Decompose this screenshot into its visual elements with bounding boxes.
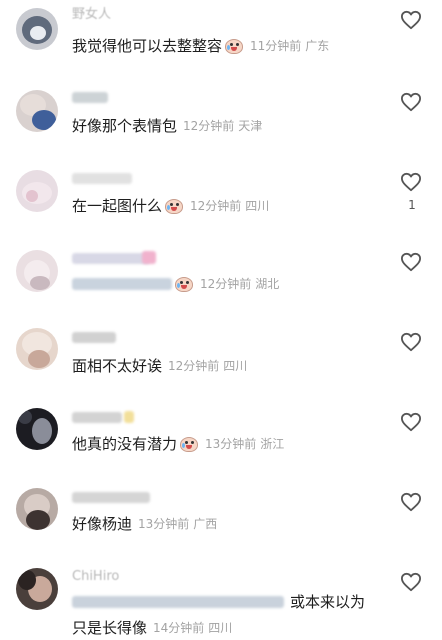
comment-location: 四川 xyxy=(245,199,270,213)
heart-outline-icon[interactable] xyxy=(400,10,422,30)
comment-text: 他真的没有潜力 xyxy=(72,435,178,453)
comment-author[interactable] xyxy=(72,332,116,343)
comment-item[interactable]: ChiHiro 或本来以为 只是长得像 14分钟前 四川 xyxy=(0,560,442,640)
comment-location: 四川 xyxy=(208,621,233,635)
crying-face-emoji-icon xyxy=(174,275,194,293)
comment-location: 湖北 xyxy=(255,277,280,291)
comment-time: 13分钟前 xyxy=(205,437,257,451)
heart-outline-icon[interactable] xyxy=(400,92,422,112)
heart-outline-icon[interactable] xyxy=(400,492,422,512)
comment-item[interactable]: 面相不太好诶 12分钟前 四川 xyxy=(0,320,442,400)
heart-outline-icon[interactable] xyxy=(400,172,422,192)
comment-time: 13分钟前 xyxy=(138,517,190,531)
comment-location: 四川 xyxy=(223,359,248,373)
comment-text: 我觉得他可以去整整容 xyxy=(72,37,223,55)
heart-outline-icon[interactable] xyxy=(400,412,422,432)
avatar[interactable] xyxy=(16,90,58,132)
avatar[interactable] xyxy=(16,568,58,610)
comment-author[interactable]: 野女人 xyxy=(72,8,111,22)
crying-face-emoji-icon xyxy=(164,197,184,215)
avatar[interactable] xyxy=(16,8,58,50)
avatar[interactable] xyxy=(16,250,58,292)
comment-location: 广西 xyxy=(193,517,218,531)
comment-time: 12分钟前 xyxy=(168,359,220,373)
comment-text: 好像杨迪 xyxy=(72,515,133,533)
comment-text: 面相不太好诶 xyxy=(72,357,163,375)
comment-location: 浙江 xyxy=(260,437,285,451)
avatar[interactable] xyxy=(16,488,58,530)
heart-outline-icon[interactable] xyxy=(400,252,422,272)
avatar[interactable] xyxy=(16,170,58,212)
comment-time: 14分钟前 xyxy=(153,621,205,635)
comment-author[interactable] xyxy=(72,173,132,184)
comment-time: 12分钟前 xyxy=(183,119,235,133)
comment-item[interactable]: 在一起图什么 12分钟前 四川 1 xyxy=(0,160,442,240)
comment-location: 天津 xyxy=(238,119,263,133)
comment-item[interactable]: 好像杨迪 13分钟前 广西 xyxy=(0,480,442,560)
blurred-comment-text xyxy=(72,278,172,290)
comment-time: 11分钟前 xyxy=(250,39,302,53)
comment-time: 12分钟前 xyxy=(200,277,252,291)
comment-author[interactable]: ChiHiro xyxy=(72,570,119,584)
comment-item[interactable]: 12分钟前 湖北 xyxy=(0,240,442,320)
comment-text-continued: 只是长得像 xyxy=(72,619,148,637)
like-count: 1 xyxy=(408,198,416,212)
crying-face-emoji-icon xyxy=(179,435,199,453)
comment-location: 广东 xyxy=(305,39,330,53)
avatar[interactable] xyxy=(16,408,58,450)
heart-outline-icon[interactable] xyxy=(400,572,422,592)
comment-author[interactable] xyxy=(72,412,122,423)
comment-item[interactable]: 野女人 我觉得他可以去整整容 11分钟前 广东 xyxy=(0,0,442,80)
avatar[interactable] xyxy=(16,328,58,370)
name-badge xyxy=(142,251,156,264)
comment-text: 在一起图什么 xyxy=(72,197,163,215)
comment-item[interactable]: 好像那个表情包 12分钟前 天津 xyxy=(0,80,442,160)
heart-outline-icon[interactable] xyxy=(400,332,422,352)
comment-text: 好像那个表情包 xyxy=(72,117,178,135)
name-badge xyxy=(124,411,134,423)
blurred-comment-text xyxy=(72,596,284,608)
crying-face-emoji-icon xyxy=(224,37,244,55)
comment-author[interactable] xyxy=(72,92,108,103)
comment-item[interactable]: 他真的没有潜力 13分钟前 浙江 xyxy=(0,400,442,480)
comment-time: 12分钟前 xyxy=(190,199,242,213)
comment-text: 或本来以为 xyxy=(290,593,366,611)
comment-author[interactable] xyxy=(72,492,150,503)
comment-author[interactable] xyxy=(72,253,150,264)
